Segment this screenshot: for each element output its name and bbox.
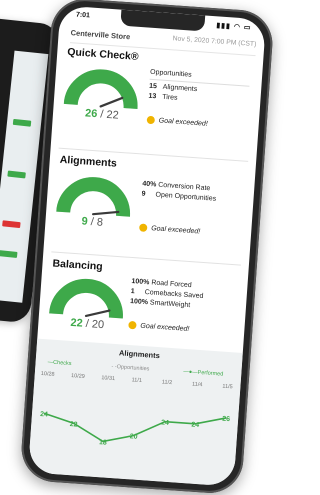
quick-check-gauge bbox=[63, 69, 138, 109]
alignments-stats: 40% Conversion Rate 9 Open Opportunities bbox=[141, 180, 242, 207]
legend-opportunities: - - Opportunities bbox=[111, 363, 150, 373]
x-tick-label: 11/1 bbox=[131, 377, 143, 384]
goal-icon bbox=[138, 223, 148, 232]
x-tick-label: 11/2 bbox=[161, 379, 173, 387]
alignments-gauge bbox=[56, 177, 131, 217]
balancing-card[interactable]: Balancing 22 / 20 100% Road Forced 1 Com… bbox=[47, 257, 240, 350]
performed-marker bbox=[121, 482, 135, 487]
background-bar bbox=[12, 118, 32, 127]
phone-frame: 7:01 ▮▮▮ ◠ ▭ Centerville Store Nov 5, 20… bbox=[19, 0, 275, 495]
alignments-gauge-value: 9 / 8 bbox=[81, 215, 104, 229]
gauge-needle bbox=[99, 96, 124, 108]
checks-data-label: 26 bbox=[222, 416, 230, 424]
gauge-needle bbox=[91, 210, 120, 216]
balancing-goal: Goal exceeded! bbox=[128, 320, 190, 333]
checks-data-label: 24 bbox=[40, 411, 48, 419]
x-tick-label: 11/5 bbox=[222, 383, 233, 391]
background-bar bbox=[0, 250, 18, 258]
report-date: Nov 5, 2020 7:00 PM (CST) bbox=[172, 35, 257, 49]
phone-notch bbox=[120, 9, 206, 32]
quick-check-gauge-value: 26 / 22 bbox=[84, 107, 120, 122]
checks-data-label: 22 bbox=[70, 421, 78, 429]
performed-data-label: 17 bbox=[124, 486, 132, 487]
balancing-gauge bbox=[49, 278, 123, 319]
checks-data-label: 18 bbox=[99, 439, 107, 447]
phone-screen: 7:01 ▮▮▮ ◠ ▭ Centerville Store Nov 5, 20… bbox=[27, 5, 267, 487]
legend-performed: —●— Performed bbox=[183, 368, 224, 378]
alignments-card[interactable]: Alignments 9 / 8 40% Conversion Rate 9 O… bbox=[53, 154, 248, 267]
goal-icon bbox=[146, 115, 156, 125]
x-tick-label: 11/4 bbox=[191, 381, 203, 389]
status-icons: ▮▮▮ ◠ ▭ bbox=[216, 21, 252, 31]
legend-checks: — Checks bbox=[47, 359, 72, 368]
signal-icon: ▮▮▮ bbox=[216, 22, 232, 31]
x-tick-label: 10/29 bbox=[70, 373, 86, 380]
gauge-needle bbox=[84, 309, 111, 318]
balancing-gauge-value: 22 / 20 bbox=[70, 316, 105, 332]
checks-data-label: 24 bbox=[161, 419, 169, 427]
store-name[interactable]: Centerville Store bbox=[70, 28, 130, 41]
checks-data-label: 20 bbox=[130, 433, 138, 441]
checks-data-label: 24 bbox=[191, 422, 199, 430]
wifi-icon: ◠ bbox=[233, 23, 242, 32]
alignments-chart-panel[interactable]: Alignments — Checks - - Opportunities —●… bbox=[27, 338, 243, 487]
quick-check-card[interactable]: Quick Check® 26 / 22 Opportunities 15 Al… bbox=[61, 46, 256, 159]
status-time: 7:01 bbox=[75, 11, 91, 20]
alignments-goal: Goal exceeded! bbox=[138, 223, 200, 236]
battery-icon: ▭ bbox=[243, 24, 252, 32]
x-tick-label: 10/31 bbox=[101, 375, 116, 383]
background-bar bbox=[7, 170, 26, 179]
quick-check-stats: Opportunities 15 Alignments 13 Tires bbox=[148, 67, 251, 109]
background-bar bbox=[2, 220, 21, 229]
quick-check-goal: Goal exceeded! bbox=[146, 115, 208, 128]
x-tick-label: 10/28 bbox=[40, 370, 55, 378]
balancing-stats: 100% Road Forced 1 Comebacks Saved 100% … bbox=[130, 277, 242, 315]
alignments-line-chart: 2422182024 24261717 bbox=[40, 411, 230, 487]
goal-icon bbox=[128, 320, 137, 330]
